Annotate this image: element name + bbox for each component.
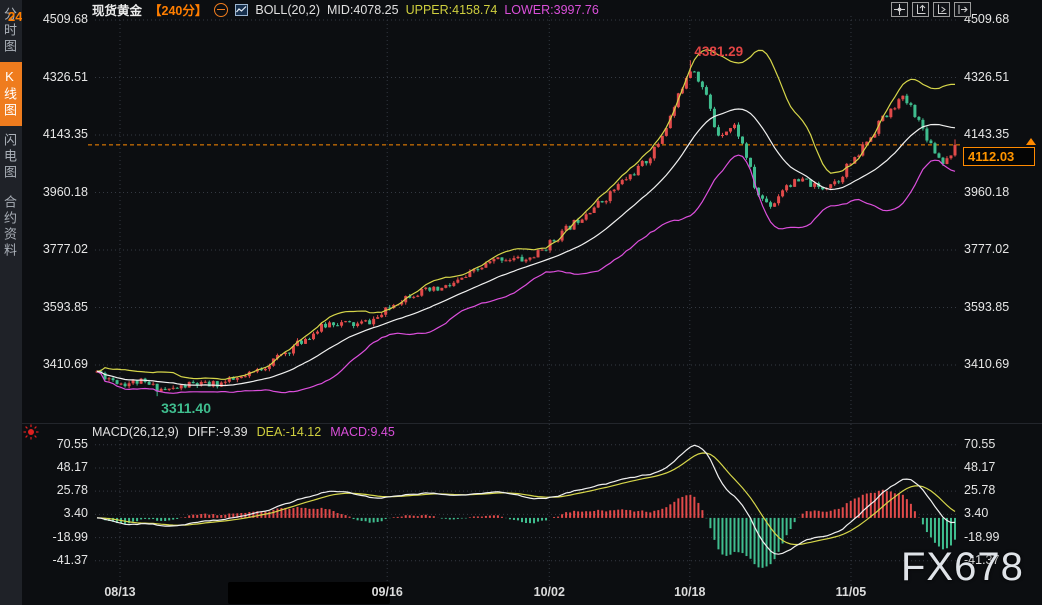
kline-mini-icon[interactable] bbox=[235, 4, 248, 16]
indicator-toolbar: 现货黄金 【240分】 BOLL(20,2) MID:4078.25 UPPER… bbox=[92, 1, 599, 18]
last-price-tag: 4112.03 bbox=[963, 147, 1035, 166]
macd-diff-value: DIFF:-9.39 bbox=[188, 425, 248, 439]
boll-upper-value: UPPER:4158.74 bbox=[406, 3, 498, 17]
symbol-name: 现货黄金 bbox=[92, 0, 142, 19]
chart-canvas[interactable] bbox=[0, 0, 1042, 605]
macd-name[interactable]: MACD(26,12,9) bbox=[92, 425, 179, 439]
period-label[interactable]: 【240分】 bbox=[149, 0, 207, 19]
exit-right-icon[interactable] bbox=[954, 2, 971, 17]
crosshair-icon[interactable] bbox=[891, 2, 908, 17]
boll-label[interactable]: BOLL(20,2) bbox=[255, 3, 320, 17]
live-dot-icon bbox=[23, 424, 39, 440]
scrollbar-thumb[interactable] bbox=[228, 582, 390, 604]
chart-tools bbox=[891, 2, 971, 17]
boll-mid-value: MID:4078.25 bbox=[327, 3, 399, 17]
axis-right-icon[interactable] bbox=[933, 2, 950, 17]
macd-macd-value: MACD:9.45 bbox=[330, 425, 395, 439]
boll-lower-value: LOWER:3997.76 bbox=[504, 3, 599, 17]
macd-header: MACD(26,12,9) DIFF:-9.39 DEA:-14.12 MACD… bbox=[92, 425, 395, 439]
trading-app-window: 分时图K线图闪电图合约资料 现货黄金 【240分】 BOLL(20,2) MID… bbox=[0, 0, 1042, 605]
axis-up-icon[interactable] bbox=[912, 2, 929, 17]
macd-dea-value: DEA:-14.12 bbox=[257, 425, 322, 439]
collapse-indicator-icon[interactable] bbox=[214, 3, 228, 17]
price-flag-icon bbox=[1026, 138, 1036, 145]
